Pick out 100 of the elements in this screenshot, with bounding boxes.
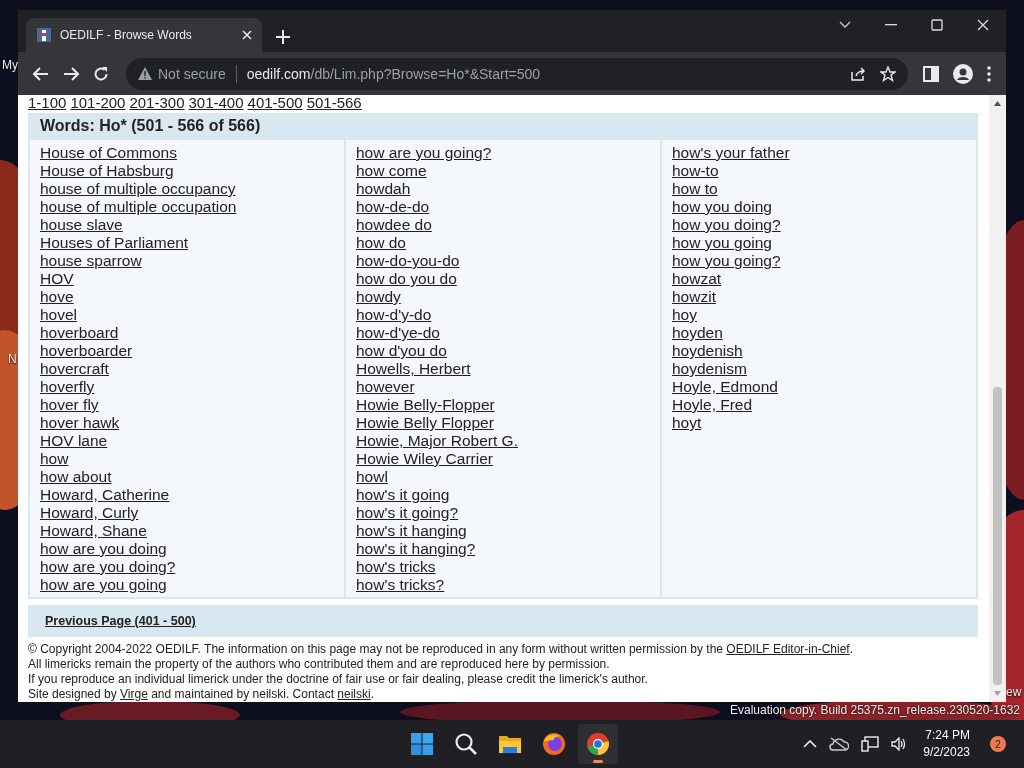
page-range-link[interactable]: 201-300: [129, 95, 185, 110]
cloud-off-icon[interactable]: [829, 737, 850, 751]
clock-date[interactable]: 9/2/2023: [923, 744, 970, 761]
word-link[interactable]: howzit: [672, 288, 716, 306]
profile-icon[interactable]: [953, 63, 973, 84]
word-link[interactable]: how-do-you-do: [356, 252, 460, 270]
word-link[interactable]: Howard, Shane: [40, 522, 147, 540]
word-link[interactable]: hoydenish: [672, 342, 743, 360]
footer-link[interactable]: Virge: [120, 687, 148, 701]
page-range-link[interactable]: 301-400: [188, 95, 244, 110]
taskbar-app-button[interactable]: [578, 724, 618, 764]
page-range-link[interactable]: 1-100: [28, 95, 67, 110]
word-link[interactable]: Howie, Major Robert G.: [356, 432, 518, 450]
volume-icon[interactable]: [891, 737, 908, 751]
maximize-icon[interactable]: [931, 19, 943, 31]
chevron-down-icon[interactable]: [839, 21, 851, 29]
word-link[interactable]: hoy: [672, 306, 697, 324]
word-link[interactable]: how do: [356, 234, 406, 252]
word-link[interactable]: house slave: [40, 216, 123, 234]
footer-link[interactable]: OEDILF Editor-in-Chief: [726, 642, 850, 656]
word-link[interactable]: Howard, Curly: [40, 504, 139, 522]
previous-page-link[interactable]: Previous Page (401 - 500): [45, 614, 196, 628]
word-link[interactable]: HOV lane: [40, 432, 108, 450]
word-link[interactable]: how are you doing: [40, 540, 167, 558]
reload-icon[interactable]: [93, 65, 109, 82]
minimize-icon[interactable]: [885, 24, 897, 26]
menu-icon[interactable]: [987, 65, 991, 82]
word-link[interactable]: howdee do: [356, 216, 432, 234]
word-link[interactable]: how you doing: [672, 198, 772, 216]
close-icon[interactable]: [242, 30, 252, 40]
forward-arrow-icon[interactable]: [63, 66, 79, 81]
word-link[interactable]: howzat: [672, 270, 722, 288]
word-link[interactable]: however: [356, 378, 415, 396]
scrollbar-thumb[interactable]: [993, 387, 1002, 685]
word-link[interactable]: house of multiple occupancy: [40, 180, 236, 198]
page-range-link[interactable]: 501-566: [306, 95, 362, 110]
word-link[interactable]: how's tricks: [356, 558, 436, 576]
footer-link[interactable]: neilski: [337, 687, 371, 701]
scroll-up-icon[interactable]: [994, 101, 1001, 106]
network-icon[interactable]: [861, 736, 880, 752]
word-link[interactable]: house of multiple occupation: [40, 198, 237, 216]
page-range-link[interactable]: 401-500: [247, 95, 303, 110]
share-icon[interactable]: [850, 65, 866, 82]
word-link[interactable]: hoverboarder: [40, 342, 133, 360]
word-link[interactable]: how d'you do: [356, 342, 447, 360]
close-icon[interactable]: [977, 19, 989, 31]
word-link[interactable]: how-d'y-do: [356, 306, 432, 324]
word-link[interactable]: HOV: [40, 270, 74, 288]
word-link[interactable]: how about: [40, 468, 112, 486]
new-tab-icon[interactable]: [276, 30, 290, 44]
clock-time[interactable]: 7:24 PM: [925, 727, 970, 744]
page-range-link[interactable]: 101-200: [70, 95, 126, 110]
word-link[interactable]: hoydenism: [672, 360, 747, 378]
word-link[interactable]: Howard, Catherine: [40, 486, 170, 504]
word-link[interactable]: howdy: [356, 288, 401, 306]
word-link[interactable]: how's it going: [356, 486, 450, 504]
word-link[interactable]: how you going: [672, 234, 772, 252]
notification-badge[interactable]: 2: [990, 736, 1006, 752]
word-link[interactable]: hoyt: [672, 414, 702, 432]
address-bar[interactable]: Not secure oedilf.com/db/Lim.php?Browse=Ho*&Start=500: [126, 57, 908, 90]
word-link[interactable]: Howie Wiley Carrier: [356, 450, 493, 468]
browser-tab[interactable]: OEDILF - Browse Words: [26, 18, 262, 52]
word-link[interactable]: hoyden: [672, 324, 723, 342]
word-link[interactable]: how are you going: [40, 576, 167, 594]
word-link[interactable]: howl: [356, 468, 388, 486]
back-arrow-icon[interactable]: [33, 66, 49, 81]
word-link[interactable]: hover hawk: [40, 414, 120, 432]
word-link[interactable]: how-de-do: [356, 198, 430, 216]
word-link[interactable]: House of Commons: [40, 144, 177, 162]
word-link[interactable]: howdah: [356, 180, 411, 198]
word-link[interactable]: how you doing?: [672, 216, 781, 234]
word-link[interactable]: Howie Belly-Flopper: [356, 396, 495, 414]
word-link[interactable]: Houses of Parliament: [40, 234, 189, 252]
word-link[interactable]: Howells, Herbert: [356, 360, 471, 378]
word-link[interactable]: how's tricks?: [356, 576, 445, 594]
word-link[interactable]: how do you do: [356, 270, 457, 288]
word-link[interactable]: House of Habsburg: [40, 162, 174, 180]
word-link[interactable]: how come: [356, 162, 427, 180]
word-link[interactable]: how are you going?: [356, 144, 492, 162]
word-link[interactable]: how's your father: [672, 144, 790, 162]
word-link[interactable]: Hoyle, Edmond: [672, 378, 778, 396]
word-link[interactable]: Howie Belly Flopper: [356, 414, 494, 432]
word-link[interactable]: hover fly: [40, 396, 99, 414]
star-icon[interactable]: [880, 65, 896, 82]
word-link[interactable]: how's it hanging: [356, 522, 467, 540]
side-panel-icon[interactable]: [923, 65, 939, 82]
word-link[interactable]: how-to: [672, 162, 719, 180]
word-link[interactable]: how's it hanging?: [356, 540, 476, 558]
word-link[interactable]: Hoyle, Fred: [672, 396, 753, 414]
word-link[interactable]: how-d'ye-do: [356, 324, 440, 342]
word-link[interactable]: how are you doing?: [40, 558, 176, 576]
chevron-up-icon[interactable]: [803, 740, 818, 748]
word-link[interactable]: hovercraft: [40, 360, 109, 378]
word-link[interactable]: hoverfly: [40, 378, 95, 396]
word-link[interactable]: hoverboard: [40, 324, 119, 342]
word-link[interactable]: hovel: [40, 306, 78, 324]
word-link[interactable]: how: [40, 450, 69, 468]
word-link[interactable]: hove: [40, 288, 74, 306]
word-link[interactable]: how's it going?: [356, 504, 459, 522]
word-link[interactable]: house sparrow: [40, 252, 142, 270]
